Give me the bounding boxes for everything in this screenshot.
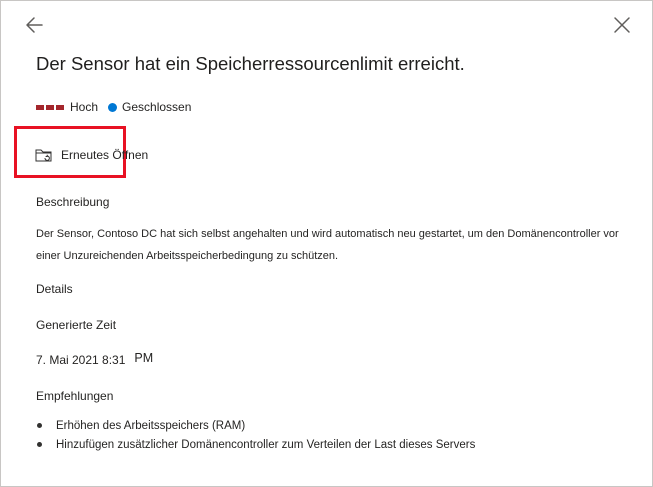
status-dot-icon	[108, 102, 118, 112]
close-icon	[614, 17, 630, 33]
close-button[interactable]	[610, 13, 634, 37]
generated-time-label: Generierte Zeit	[36, 318, 117, 332]
description-text: Der Sensor, Contoso DC hat sich selbst a…	[36, 228, 619, 262]
generated-time-ampm: PM	[134, 351, 154, 365]
folder-reopen-icon	[35, 149, 52, 162]
alert-details-panel: Der Sensor hat ein Speicherressourcenlim…	[0, 0, 653, 487]
details-heading: Details	[36, 282, 73, 296]
generated-time-value: 7. Mai 2021 8:31 PM	[36, 351, 154, 367]
back-button[interactable]	[23, 13, 47, 37]
reopen-label: Erneutes Öffnen	[61, 148, 149, 162]
alert-title: Der Sensor hat ein Speicherressourcenlim…	[36, 53, 465, 74]
recommendations-list: Erhöhen des Arbeitsspeichers (RAM) Hinzu…	[36, 417, 475, 455]
list-item: Erhöhen des Arbeitsspeichers (RAM)	[36, 417, 475, 436]
recommendations-heading: Empfehlungen	[36, 389, 114, 403]
generated-time-date: 7. Mai 2021 8:31	[36, 353, 126, 367]
list-item: Hinzufügen zusätzlicher Domänencontrolle…	[36, 436, 475, 455]
severity-high-icon	[36, 104, 64, 110]
description-heading: Beschreibung	[36, 195, 110, 209]
arrow-left-icon	[26, 17, 43, 33]
reopen-button[interactable]: Erneutes Öffnen	[35, 146, 148, 164]
status-label: Geschlossen	[122, 100, 192, 114]
severity-status-row: Hoch Geschlossen	[36, 99, 191, 115]
severity-label: Hoch	[70, 100, 99, 114]
